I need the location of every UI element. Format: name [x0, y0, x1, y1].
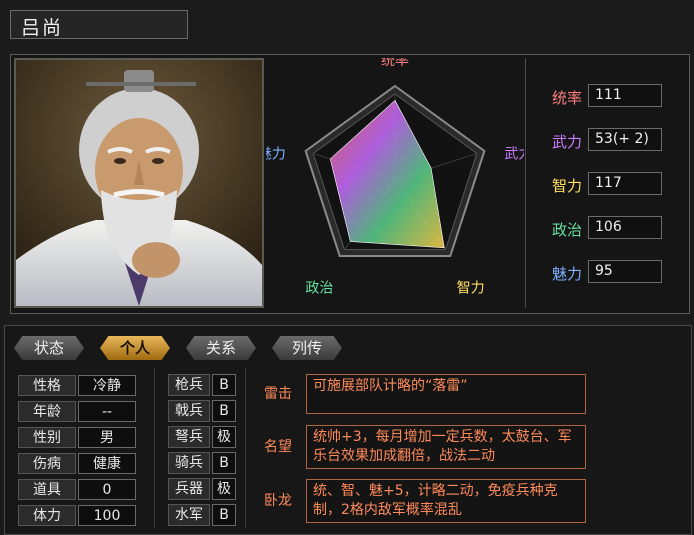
stat-value: 111 — [588, 84, 662, 107]
divider — [154, 368, 155, 528]
info-label: 性别 — [18, 427, 76, 448]
stat-label: 魅力 — [551, 265, 582, 283]
info-label: 年龄 — [18, 401, 76, 422]
divider — [245, 368, 246, 528]
skill-description: 统、智、魅+5，计略二动，免疫兵种克制，2格内敌军概率混乱 — [306, 479, 586, 523]
skill-name: 名望 — [264, 439, 292, 455]
stat-label: 智力 — [551, 177, 582, 195]
info-value: 冷静 — [78, 375, 136, 396]
radar-axis-label: 智力 — [457, 280, 485, 296]
tab-3[interactable]: 关系 — [186, 336, 256, 360]
tab-4[interactable]: 列传 — [272, 336, 342, 360]
general-name: 吕尚 — [10, 10, 188, 39]
stat-value: 95 — [588, 260, 662, 283]
info-value: 健康 — [78, 453, 136, 474]
info-value: 100 — [78, 505, 136, 526]
aptitude-label: 骑兵 — [168, 452, 210, 474]
aptitude-grade: B — [212, 504, 236, 526]
radar-axis-label: 魅力 — [266, 147, 286, 163]
radar-svg: 统率武力智力 政治 魅力 — [258, 52, 532, 296]
aptitude-grade: B — [212, 452, 236, 474]
stat-label: 统率 — [551, 89, 582, 107]
skill-description: 可施展部队计略的“落雷” — [306, 374, 586, 414]
skill-name: 卧龙 — [264, 493, 292, 509]
stat-label: 武力 — [551, 133, 582, 151]
aptitude-label: 弩兵 — [168, 426, 210, 448]
info-value: 0 — [78, 479, 136, 500]
info-value: 男 — [78, 427, 136, 448]
stat-value: 117 — [588, 172, 662, 195]
aptitude-label: 水军 — [168, 504, 210, 526]
aptitude-label: 兵器 — [168, 478, 210, 500]
info-label: 道具 — [18, 479, 76, 500]
stat-value: 53(+ 2) — [588, 128, 662, 151]
info-label: 性格 — [18, 375, 76, 396]
skill-description: 统帅+3，每月增加一定兵数，太鼓台、军乐台效果加成翻倍，战法二动 — [306, 425, 586, 469]
aptitude-grade: 极 — [212, 426, 236, 448]
radar-axis-label: 统率 — [381, 58, 409, 69]
info-label: 体力 — [18, 505, 76, 526]
tab-1[interactable]: 状态 — [14, 336, 84, 360]
aptitude-label: 枪兵 — [168, 374, 210, 396]
tab-2[interactable]: 个人 — [100, 336, 170, 360]
aptitude-grade: B — [212, 374, 236, 396]
portrait — [14, 58, 264, 308]
aptitude-label: 戟兵 — [168, 400, 210, 422]
divider — [525, 58, 526, 308]
stat-value: 106 — [588, 216, 662, 239]
radar-axis-label: 政治 — [305, 280, 333, 296]
aptitude-grade: 极 — [212, 478, 236, 500]
aptitude-grade: B — [212, 400, 236, 422]
radar-axis-label: 武力 — [504, 147, 524, 163]
stat-label: 政治 — [551, 221, 582, 239]
info-label: 伤病 — [18, 453, 76, 474]
skill-name: 雷击 — [264, 386, 292, 402]
stats-radar-chart: 统率武力智力 政治 魅力 — [258, 52, 532, 308]
portrait-image — [16, 60, 262, 306]
info-value: -- — [78, 401, 136, 422]
